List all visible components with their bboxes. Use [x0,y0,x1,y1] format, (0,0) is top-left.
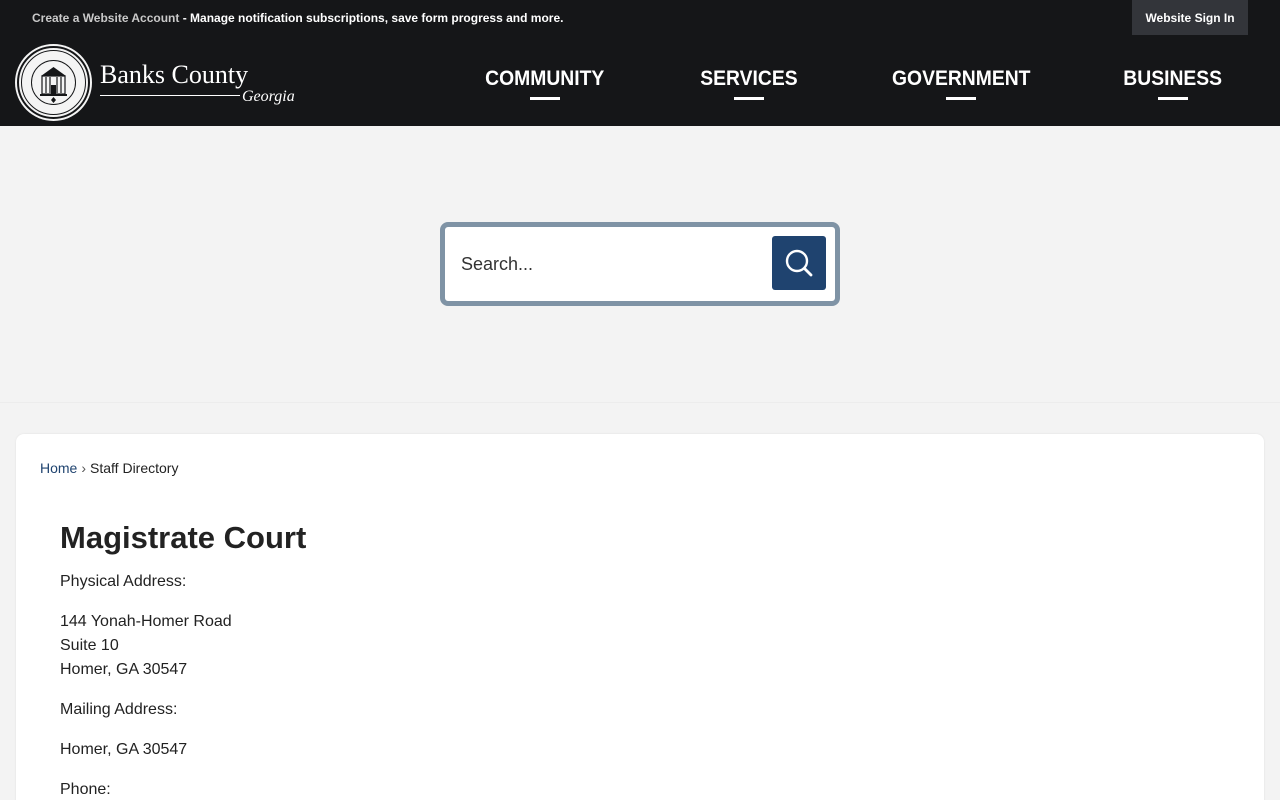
breadcrumb: Home › Staff Directory [40,460,178,476]
nav-underline [734,97,764,100]
search-box [440,222,840,306]
nav-business[interactable]: BUSINESS [1124,36,1222,126]
logo-county-name: Banks County [100,60,249,89]
physical-address-line2: Suite 10 [60,637,119,654]
nav-underline [530,97,560,100]
search-icon [785,249,813,277]
page-title: Magistrate Court [60,520,307,555]
nav-community-label: COMMUNITY [485,67,605,90]
logo-state-name: Georgia [242,88,295,105]
logo-rule [100,95,240,96]
account-message-text: - Manage notification subscriptions, sav… [179,11,564,25]
nav-underline [1158,97,1188,100]
site-header: Banks County Georgia COMMUNITY SERVICES … [0,36,1280,126]
nav-business-label: BUSINESS [1123,67,1223,90]
breadcrumb-home-link[interactable]: Home [40,460,77,476]
breadcrumb-separator: › [81,460,87,476]
site-logo[interactable]: Banks County Georgia [17,44,297,120]
mailing-address-line1: Homer, GA 30547 [60,741,188,758]
mailing-address-label: Mailing Address: [60,701,178,718]
create-account-link[interactable]: Create a Website Account [32,11,179,25]
search-input[interactable] [461,249,761,279]
nav-services-label: SERVICES [700,67,798,90]
county-seal-icon [17,45,90,119]
nav-services[interactable]: SERVICES [700,36,798,126]
physical-address-line3: Homer, GA 30547 [60,661,188,678]
breadcrumb-current: Staff Directory [90,460,179,476]
search-button[interactable] [772,236,826,290]
nav-government[interactable]: GOVERNMENT [892,36,1030,126]
physical-address-line1: 144 Yonah-Homer Road [60,613,232,630]
main-content: Home › Staff Directory Magistrate Court Ph… [16,434,1264,800]
account-message: Create a Website Account - Manage notifi… [32,11,563,25]
nav-government-label: GOVERNMENT [891,67,1031,90]
nav-community[interactable]: COMMUNITY [485,36,605,126]
phone-label: Phone: [60,781,111,798]
hero-divider [0,402,1280,403]
website-sign-in-button[interactable]: Website Sign In [1132,0,1248,35]
physical-address-label: Physical Address: [60,573,187,590]
top-bar: Create a Website Account - Manage notifi… [0,0,1280,36]
nav-underline [946,97,976,100]
logo-wordmark: Banks County Georgia [100,52,295,112]
